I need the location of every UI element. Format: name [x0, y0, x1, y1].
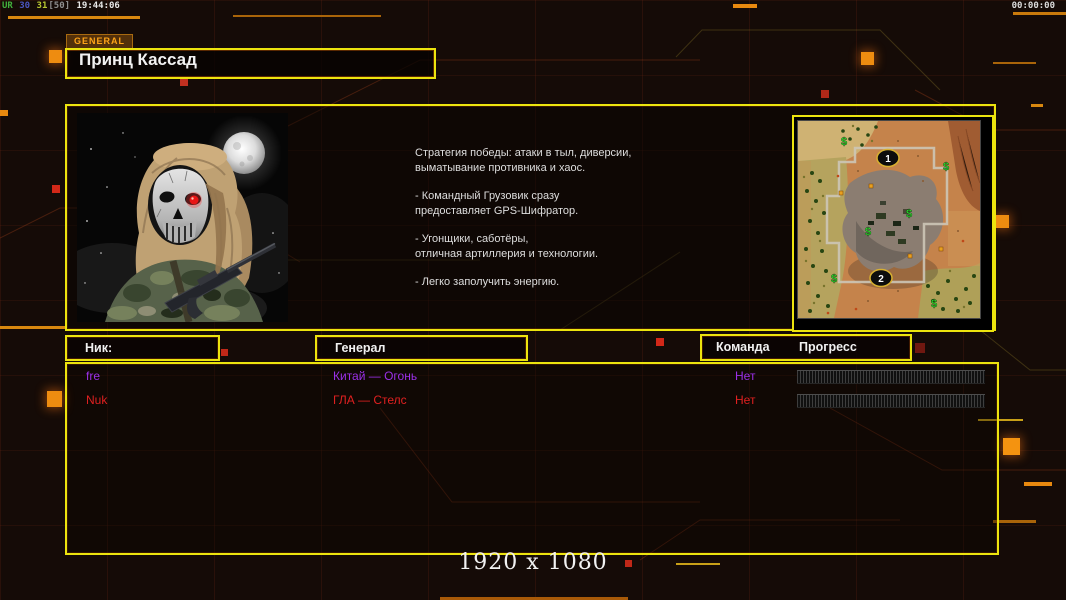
decor-square [47, 391, 62, 407]
svg-text:1: 1 [885, 154, 891, 165]
player-progress-bar [797, 394, 985, 408]
decor-dash [1024, 482, 1052, 486]
status-num-1: 30 [19, 1, 31, 11]
decor-dash [1013, 12, 1066, 15]
svg-text:$: $ [943, 161, 949, 173]
desc-line: отличная артиллерия и технологии. [415, 248, 599, 260]
decor-dash [0, 110, 8, 116]
player-progress-bar [797, 370, 985, 384]
svg-text:$: $ [841, 136, 847, 148]
decor-square [996, 215, 1009, 228]
map-preview-image: $ $ $ $ $ $ 1 2 [797, 120, 981, 319]
desc-line: выматывание противника и хаос. [415, 162, 586, 174]
decor-square [49, 50, 62, 63]
svg-text:$: $ [906, 208, 912, 220]
red-eye-lens [189, 195, 199, 205]
faction-portrait [77, 113, 288, 322]
player-nick: fre [86, 369, 101, 383]
status-clock: 19:44:06 [76, 1, 120, 11]
header-general: Генерал [315, 335, 528, 361]
resolution-text: 1920 x 1080 [458, 550, 608, 575]
status-ur: UR [2, 1, 13, 11]
header-team-progress: Команда Прогресс [700, 334, 912, 361]
decor-square [656, 338, 664, 346]
match-timer: 00:00:00 [1011, 1, 1055, 11]
map-preview[interactable]: $ $ $ $ $ $ 1 2 [792, 115, 994, 332]
strategy-description: Стратегия победы: атаки в тыл, диверсии,… [415, 146, 745, 303]
gentool-status-text: UR 30 31[50] 19:44:06 [2, 1, 121, 11]
player-row[interactable]: Nuk ГЛА — Стелс Нет [67, 390, 997, 412]
decor-dash [993, 62, 1036, 64]
player-row[interactable]: fre Китай — Огонь Нет [67, 366, 997, 388]
header-nick-label: Ник: [85, 341, 113, 355]
header-general-label: Генерал [335, 341, 386, 355]
player-general: Китай — Огонь [333, 369, 418, 383]
decor-square [861, 52, 874, 65]
svg-text:$: $ [931, 298, 937, 310]
decor-square [1003, 438, 1020, 455]
status-num-2: 31 [36, 1, 48, 11]
desc-line: - Угонщики, саботёры, [415, 233, 529, 245]
desc-line: предоставляет GPS-Шифратор. [415, 205, 579, 217]
decor-square [180, 78, 188, 86]
svg-text:$: $ [865, 226, 871, 238]
start-position-1: 1 [876, 148, 900, 168]
header-progress-label: Прогресс [799, 340, 857, 354]
header-team-label: Команда [716, 340, 770, 354]
decor-square [821, 90, 829, 98]
decor-dash [8, 16, 140, 19]
general-info-panel: Стратегия победы: атаки в тыл, диверсии,… [65, 104, 996, 332]
player-list-panel: fre Китай — Огонь Нет Nuk ГЛА — Стелс Не… [65, 362, 999, 555]
player-general: ГЛА — Стелс [333, 393, 407, 407]
desc-line: Стратегия победы: атаки в тыл, диверсии, [415, 147, 632, 159]
start-position-2: 2 [869, 268, 893, 288]
decor-dash [993, 520, 1036, 523]
svg-text:2: 2 [878, 274, 884, 285]
decor-dash [1031, 104, 1043, 107]
decor-square [221, 349, 228, 356]
decor-dash [0, 326, 65, 329]
desc-line: - Командный Грузовик сразу [415, 190, 560, 202]
player-team: Нет [735, 393, 756, 407]
tab-general[interactable]: GENERAL [66, 34, 134, 49]
decor-dash [733, 4, 757, 8]
player-team: Нет [735, 369, 756, 383]
general-title: Принц Кассад [79, 50, 197, 69]
desc-line: - Легко заполучить энергию. [415, 276, 560, 288]
header-nick: Ник: [65, 335, 220, 361]
decor-dash [233, 15, 381, 17]
general-title-box: Принц Кассад [65, 48, 436, 79]
status-bracket: [50] [48, 1, 71, 11]
lobby-screen: UR 30 31[50] 19:44:06 00:00:00 GENERAL П… [0, 0, 1066, 600]
svg-text:$: $ [831, 273, 837, 285]
decor-square [52, 185, 60, 193]
player-nick: Nuk [86, 393, 108, 407]
decor-square [915, 343, 925, 353]
